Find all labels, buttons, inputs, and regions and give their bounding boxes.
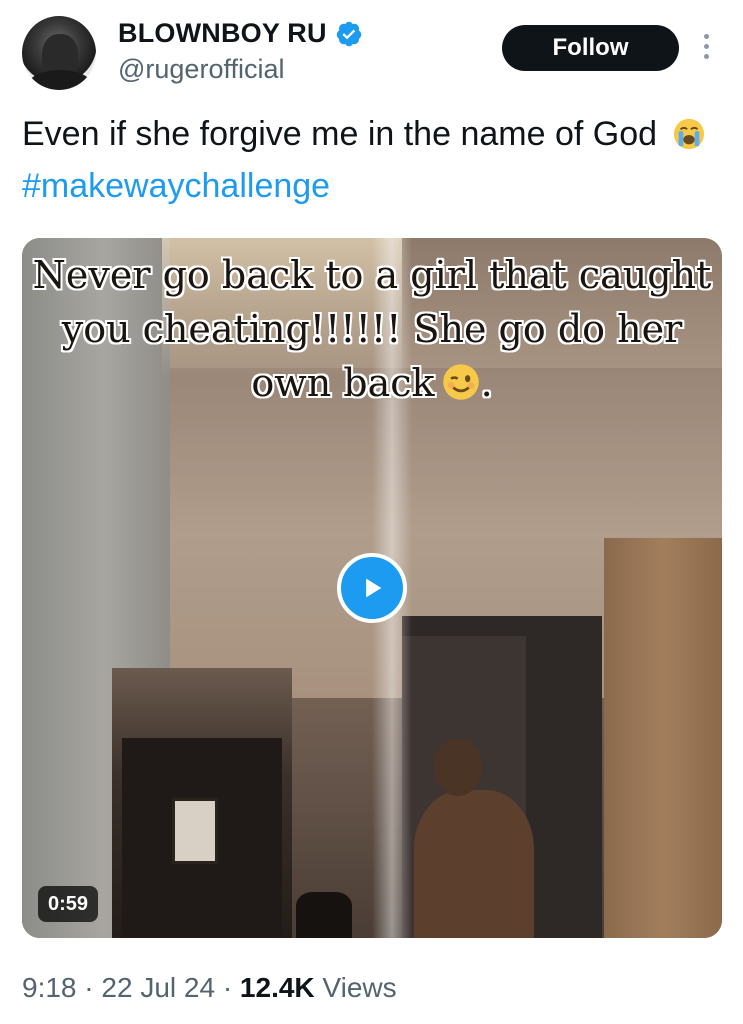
hashtag-link[interactable]: #makewaychallenge (22, 167, 330, 205)
video-frame-wood-panel (604, 538, 722, 938)
follow-button[interactable]: Follow (502, 25, 679, 71)
play-button[interactable] (337, 553, 407, 623)
winking-face-icon (442, 364, 479, 400)
meta-separator: · (84, 972, 94, 1003)
video-player[interactable]: Never go back to a girl that caught you … (22, 238, 722, 938)
video-frame-picture (172, 798, 218, 864)
verified-badge-icon (336, 21, 361, 46)
meta-separator: · (222, 972, 233, 1003)
author-handle[interactable]: @rugerofficial (118, 54, 284, 85)
tweet-text: Even if she forgive me in the name of Go… (22, 108, 722, 212)
video-caption: Never go back to a girl that caught you … (22, 248, 722, 410)
video-frame-lamp (296, 892, 352, 938)
more-options-icon[interactable] (700, 34, 712, 64)
avatar[interactable] (22, 16, 96, 90)
tweet-time[interactable]: 9:18 (22, 972, 77, 1003)
video-frame-person-body (414, 790, 534, 938)
video-caption-end: . (480, 361, 493, 405)
views-count[interactable]: 12.4K (240, 972, 315, 1003)
video-duration-badge: 0:59 (38, 886, 99, 922)
avatar-shoulder (28, 70, 92, 90)
views-label: Views (322, 972, 397, 1003)
tweet-header: BLOWNBOY RU @rugerofficial Follow (0, 0, 743, 110)
play-icon (366, 578, 382, 598)
tweet-meta: 9:18 · 22 Jul 24 · 12.4K Views (22, 972, 397, 1004)
name-row[interactable]: BLOWNBOY RU (118, 18, 363, 49)
display-name[interactable]: BLOWNBOY RU (118, 18, 327, 49)
video-caption-text: Never go back to a girl that caught you … (32, 253, 712, 405)
tweet-date[interactable]: 22 Jul 24 (101, 972, 215, 1003)
loudly-crying-face-icon (674, 118, 705, 150)
tweet-text-body: Even if she forgive me in the name of Go… (22, 115, 658, 153)
video-frame-person-head (434, 738, 482, 796)
